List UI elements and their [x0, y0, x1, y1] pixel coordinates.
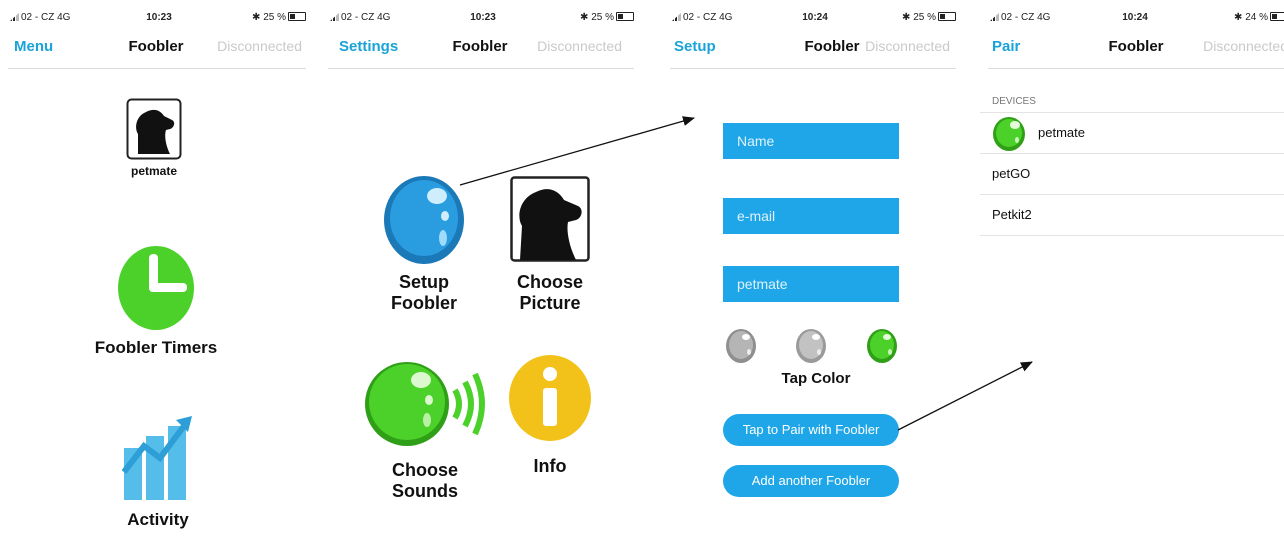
email-field[interactable]: e-mail — [723, 198, 899, 234]
screen-settings: 02 - CZ 4G 10:23 ✱ 25 % Settings Foobler… — [320, 0, 640, 555]
battery-indicator: ✱ 25 % — [902, 12, 956, 23]
nav-bar: Menu Foobler Disconnected — [0, 38, 312, 60]
tap-to-pair-button[interactable]: Tap to Pair with Foobler — [723, 414, 899, 446]
nav-divider — [670, 68, 956, 69]
activity-label: Activity — [127, 510, 189, 529]
picture-label-line2: Picture — [519, 293, 581, 313]
battery-indicator: ✱ 25 % — [580, 12, 634, 23]
status-bar: 02 - CZ 4G 10:24 ✱ 24 % — [986, 12, 1284, 26]
pet-button[interactable]: petmate — [122, 98, 186, 180]
add-another-foobler-button[interactable]: Add another Foobler — [723, 465, 899, 497]
choose-picture-label: Choose Picture — [502, 272, 598, 314]
connection-status: Disconnected — [537, 38, 622, 54]
battery-text: 24 % — [1245, 12, 1268, 23]
device-row-petmate[interactable]: petmate — [980, 113, 1284, 154]
sounds-label-line2: Sounds — [392, 481, 458, 501]
device-row-petgo[interactable]: petGO — [980, 154, 1284, 195]
battery-icon — [938, 12, 956, 21]
activity-button[interactable]: Activity — [110, 414, 206, 534]
battery-indicator: ✱ 25 % — [252, 12, 306, 23]
battery-indicator: ✱ 24 % — [1234, 12, 1284, 23]
connection-status: Disconnected — [217, 38, 302, 54]
device-name: Petkit2 — [992, 207, 1032, 222]
battery-icon — [616, 12, 634, 21]
blue-ball-icon — [384, 176, 464, 264]
info-button[interactable]: Info — [506, 354, 594, 478]
battery-text: 25 % — [591, 12, 614, 23]
setup-label-line1: Setup — [398, 272, 449, 292]
info-label: Info — [533, 456, 567, 476]
status-bar: 02 - CZ 4G 10:23 ✱ 25 % — [326, 12, 640, 26]
activity-chart-icon — [122, 416, 192, 500]
setup-label-line2: Foobler — [391, 293, 457, 313]
setup-foobler-button[interactable]: Setup Foobler — [376, 172, 472, 318]
foobler-timers-label: Foobler Timers — [94, 338, 218, 357]
device-name: petGO — [992, 166, 1031, 181]
choose-picture-button[interactable]: Choose Picture — [502, 176, 598, 316]
pet-name-field[interactable]: petmate — [723, 266, 899, 302]
devices-list: petmate petGO Petkit2 — [980, 112, 1284, 236]
green-color-option-icon[interactable] — [866, 328, 898, 364]
status-bar: 02 - CZ 4G 10:23 ✱ 25 % — [6, 12, 312, 26]
setup-foobler-label: Setup Foobler — [376, 272, 472, 314]
name-field[interactable]: Name — [723, 123, 899, 159]
choose-sounds-button[interactable]: Choose Sounds — [360, 356, 490, 506]
device-row-petkit2[interactable]: Petkit2 — [980, 195, 1284, 236]
dog-silhouette-icon — [126, 98, 182, 160]
silver-color-option-icon[interactable] — [795, 328, 827, 364]
connection-status: Disconnected — [865, 38, 950, 54]
nav-divider — [988, 68, 1284, 69]
foobler-timers-button[interactable]: Foobler Timers — [88, 240, 224, 364]
pet-label: petmate — [130, 164, 177, 178]
status-bar: 02 - CZ 4G 10:24 ✱ 25 % — [668, 12, 962, 26]
battery-text: 25 % — [913, 12, 936, 23]
choose-sounds-label: Choose Sounds — [360, 460, 490, 502]
picture-label-line1: Choose — [516, 272, 583, 292]
screen-menu: 02 - CZ 4G 10:23 ✱ 25 % Menu Foobler Dis… — [0, 0, 312, 555]
sounds-label-line1: Choose — [391, 460, 458, 480]
connection-status: Disconnected — [1203, 38, 1284, 54]
nav-divider — [8, 68, 306, 69]
device-name: petmate — [1038, 125, 1085, 140]
dog-picture-icon — [510, 176, 590, 262]
battery-icon — [288, 12, 306, 21]
battery-text: 25 % — [263, 12, 286, 23]
screen-pair: 02 - CZ 4G 10:24 ✱ 24 % Pair Foobler Dis… — [980, 0, 1284, 555]
gray-color-option-icon[interactable] — [725, 328, 757, 364]
battery-icon — [1270, 12, 1284, 21]
tap-color-label: Tap Color — [781, 370, 851, 387]
info-icon — [509, 355, 591, 441]
screen-setup: 02 - CZ 4G 10:24 ✱ 25 % Setup Foobler Di… — [662, 0, 962, 555]
nav-bar: Setup Foobler Disconnected — [662, 38, 962, 60]
clock-icon — [118, 246, 194, 330]
nav-bar: Settings Foobler Disconnected — [320, 38, 640, 60]
devices-header: DEVICES — [992, 96, 1036, 107]
nav-bar: Pair Foobler Disconnected — [980, 38, 1284, 60]
green-ball-icon — [993, 117, 1025, 151]
nav-divider — [328, 68, 634, 69]
green-ball-sound-icon — [365, 362, 485, 446]
